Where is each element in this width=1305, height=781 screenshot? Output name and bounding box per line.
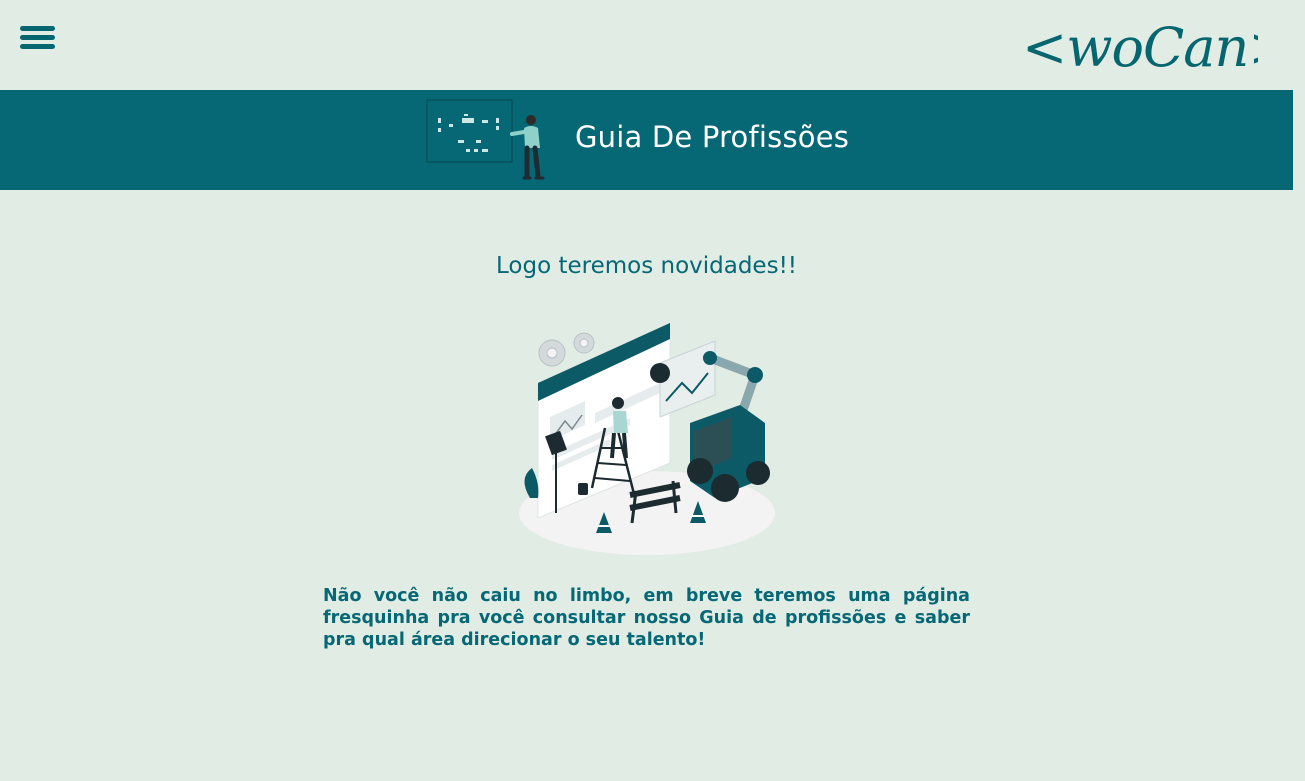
person-with-board-icon [426,99,545,180]
info-message: Não você não caiu no limbo, em breve ter… [323,586,970,650]
logo-text: <woCan> [1022,16,1258,79]
wocan-logo[interactable]: <woCan> [1018,4,1258,84]
headline: Logo teremos novidades!! [495,253,798,279]
top-bar: <woCan> [0,0,1305,90]
page-banner: Guia De Profissões [0,90,1293,190]
page-title: Guia De Profissões [575,120,850,154]
under-construction-illustration [519,322,775,555]
hamburger-menu-icon[interactable] [20,26,55,50]
